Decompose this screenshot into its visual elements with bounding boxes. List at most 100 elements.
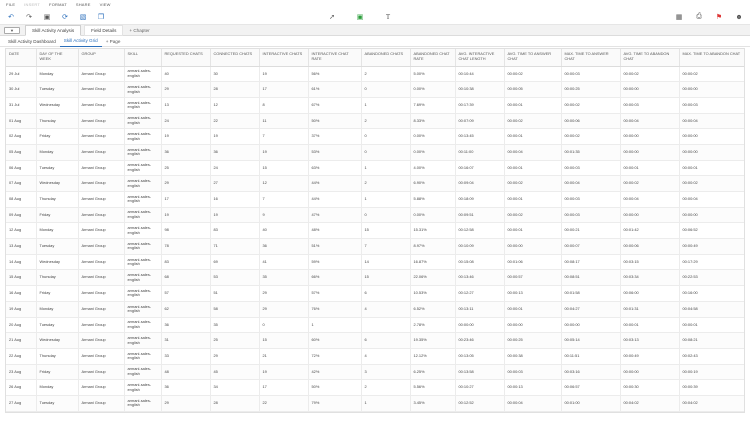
table-cell: 01 Aug xyxy=(6,113,37,130)
table-row[interactable]: 07 Aug Wednesday Armani Group armani-sales-… xyxy=(6,175,744,192)
table-row[interactable]: 26 Aug Monday Armani Group armani-sales-eng… xyxy=(6,379,744,396)
table-cell: Armani Group xyxy=(78,254,125,271)
table-row[interactable]: 20 Aug Tuesday Armani Group armani-sales-en… xyxy=(6,317,744,334)
table-row[interactable]: 27 Aug Tuesday Armani Group armani-sales-en… xyxy=(6,395,744,412)
table-row[interactable]: 29 Jul Monday Armani Group armani-sales-eng… xyxy=(6,66,744,83)
table-cell: 7.69% xyxy=(410,97,456,114)
table-cell: 00:00:01 xyxy=(504,301,562,318)
undo-icon[interactable]: ↶ xyxy=(6,12,16,22)
table-cell: Armani Group xyxy=(78,97,125,114)
tab-field-details[interactable]: Field Details xyxy=(84,24,124,36)
table-cell: 00:00:03 xyxy=(561,160,621,177)
save-icon[interactable]: ▣ xyxy=(42,12,52,22)
page-tab-grid[interactable]: Skill Activity Grid xyxy=(59,36,102,47)
table-cell: 57% xyxy=(308,285,362,302)
table-row[interactable]: 21 Aug Wednesday Armani Group armani-sales-… xyxy=(6,332,744,349)
column-header[interactable]: DATE xyxy=(6,49,37,67)
table-row[interactable]: 15 Aug Thursday Armani Group armani-sales-e… xyxy=(6,269,744,287)
table-row[interactable]: 09 Aug Friday Armani Group armani-sales-eng… xyxy=(6,207,744,224)
table-row[interactable]: 28 AugWednesdayArmani Grouparmani-sales-… xyxy=(6,411,744,412)
table-cell: 00:00:00 xyxy=(679,144,744,161)
user-icon[interactable]: ☻ xyxy=(734,12,744,22)
column-header[interactable]: GROUP xyxy=(78,49,125,67)
table-cell: 25 xyxy=(161,160,211,177)
column-header[interactable]: CONNECTED CHATS xyxy=(210,49,260,67)
table-cell: 00:01:06 xyxy=(504,254,562,271)
table-row[interactable]: 12 Aug Monday Armani Group armani-sales-eng… xyxy=(6,222,744,240)
table-cell: 19 xyxy=(259,364,309,381)
column-header[interactable]: INTERACTIVE CHAT RATE xyxy=(308,49,362,67)
print-icon[interactable]: ⎙ xyxy=(694,12,704,22)
column-header[interactable]: SKILL xyxy=(124,49,162,67)
table-cell: 00:00:00 xyxy=(620,144,680,161)
table-cell: 29 xyxy=(259,301,309,318)
table-cell: 00:00:13 xyxy=(504,285,562,302)
table-cell: 00:07:09 xyxy=(455,113,505,130)
add-page-button[interactable]: + Page xyxy=(102,36,125,47)
redo-icon[interactable]: ↷ xyxy=(24,12,34,22)
table-row[interactable]: 13 Aug Tuesday Armani Group armani-sales-en… xyxy=(6,238,744,255)
table-cell: 00:00:01 xyxy=(504,222,562,240)
table-cell: 00:00:01 xyxy=(504,97,562,114)
table-row[interactable]: 30 Jul Tuesday Armani Group armani-sales-en… xyxy=(6,81,744,98)
table-cell: 00:00:19 xyxy=(679,364,744,381)
table-cell: 40 xyxy=(259,222,309,240)
table-cell: 22 xyxy=(210,113,260,130)
table-cell: 4 xyxy=(361,348,411,365)
column-header[interactable]: AVG. TIME TO ANSWER CHAT xyxy=(504,49,562,67)
column-header[interactable]: ABANDONED CHAT RATE xyxy=(410,49,456,67)
tab-menu-control[interactable]: ▼ xyxy=(4,26,20,34)
menu-item-share[interactable]: SHARE xyxy=(76,2,91,7)
column-header[interactable]: INTERACTIVE CHATS xyxy=(259,49,309,67)
table-cell: Friday xyxy=(36,207,79,224)
table-row[interactable]: 19 Aug Monday Armani Group armani-sales-eng… xyxy=(6,301,744,318)
table-cell: 00:10:38 xyxy=(455,81,505,98)
table-cell: 14 Aug xyxy=(6,254,37,271)
table-cell: 00:00:02 xyxy=(504,175,562,192)
table-cell: 12 xyxy=(210,97,260,114)
column-header[interactable]: MAX. TIME TO ABANDON CHAT xyxy=(679,49,744,67)
menu-item-file[interactable]: FILE xyxy=(6,2,15,7)
table-cell: armani-sales-english xyxy=(124,144,162,161)
alert-icon[interactable]: ⚑ xyxy=(714,12,724,22)
column-header[interactable]: AVG. TIME TO ABANDON CHAT xyxy=(620,49,680,67)
column-header[interactable]: MAX. TIME TO ANSWER CHAT xyxy=(561,49,621,67)
table-cell: Thursday xyxy=(36,113,79,130)
column-header[interactable]: ABANDONED CHATS xyxy=(361,49,411,67)
column-header[interactable]: AVG. INTERACTIVE CHAT LENGTH xyxy=(455,49,505,67)
copy-icon[interactable]: ❐ xyxy=(96,12,106,22)
table-row[interactable]: 06 Aug Tuesday Armani Group armani-sales-en… xyxy=(6,160,744,177)
column-header[interactable]: REQUESTED CHATS xyxy=(161,49,211,67)
table-row[interactable]: 02 Aug Friday Armani Group armani-sales-eng… xyxy=(6,128,744,145)
add-chapter-button[interactable]: + Chapter xyxy=(123,25,155,36)
refresh-icon[interactable]: ⟳ xyxy=(60,12,70,22)
tab-skill-activity-analysis[interactable]: Skill Activity Analysis xyxy=(25,25,82,36)
save-as-icon[interactable]: ▧ xyxy=(78,12,88,22)
table-cell: armani-sales-english xyxy=(124,285,162,302)
table-row[interactable]: 31 Jul Wednesday Armani Group armani-sales-… xyxy=(6,97,744,114)
table-row[interactable]: 23 Aug Friday Armani Group armani-sales-eng… xyxy=(6,364,744,381)
table-row[interactable]: 08 Aug Thursday Armani Group armani-sales-e… xyxy=(6,191,744,208)
table-row[interactable]: 14 Aug Wednesday Armani Group armani-sales-… xyxy=(6,254,744,271)
table-cell: 0 xyxy=(259,317,309,334)
filter-icon[interactable]: ▣ xyxy=(355,12,365,22)
table-cell: 00:00:04 xyxy=(679,191,744,208)
table-cell: 00:00:04 xyxy=(504,395,562,412)
table-row[interactable]: 22 Aug Thursday Armani Group armani-sales-e… xyxy=(6,348,744,365)
chart-icon[interactable]: ➚ xyxy=(327,12,337,22)
table-cell: 20 Aug xyxy=(6,317,37,334)
table-cell: 00:00:00 xyxy=(620,364,680,381)
column-header[interactable]: DAY OF THE WEEK xyxy=(36,49,79,67)
table-row[interactable]: 05 Aug Monday Armani Group armani-sales-eng… xyxy=(6,144,744,161)
table-cell: 00:03:34 xyxy=(620,269,680,287)
text-icon[interactable]: T xyxy=(383,12,393,22)
table-cell: 00:00:00 xyxy=(504,317,562,334)
table-cell: Armani Group xyxy=(78,222,125,240)
table-row[interactable]: 16 Aug Friday Armani Group armani-sales-eng… xyxy=(6,285,744,302)
table-row[interactable]: 01 Aug Thursday Armani Group armani-sales-e… xyxy=(6,113,744,130)
menu-item-format[interactable]: FORMAT xyxy=(49,2,67,7)
menu-item-view[interactable]: VIEW xyxy=(100,2,111,7)
fit-icon[interactable]: ▦ xyxy=(674,12,684,22)
page-tab-dashboard[interactable]: Skill Activity Dashboard xyxy=(4,36,60,47)
data-grid[interactable]: DATE DAY OF THE WEEK GROUP SKILL REQUESTED C… xyxy=(5,48,745,413)
